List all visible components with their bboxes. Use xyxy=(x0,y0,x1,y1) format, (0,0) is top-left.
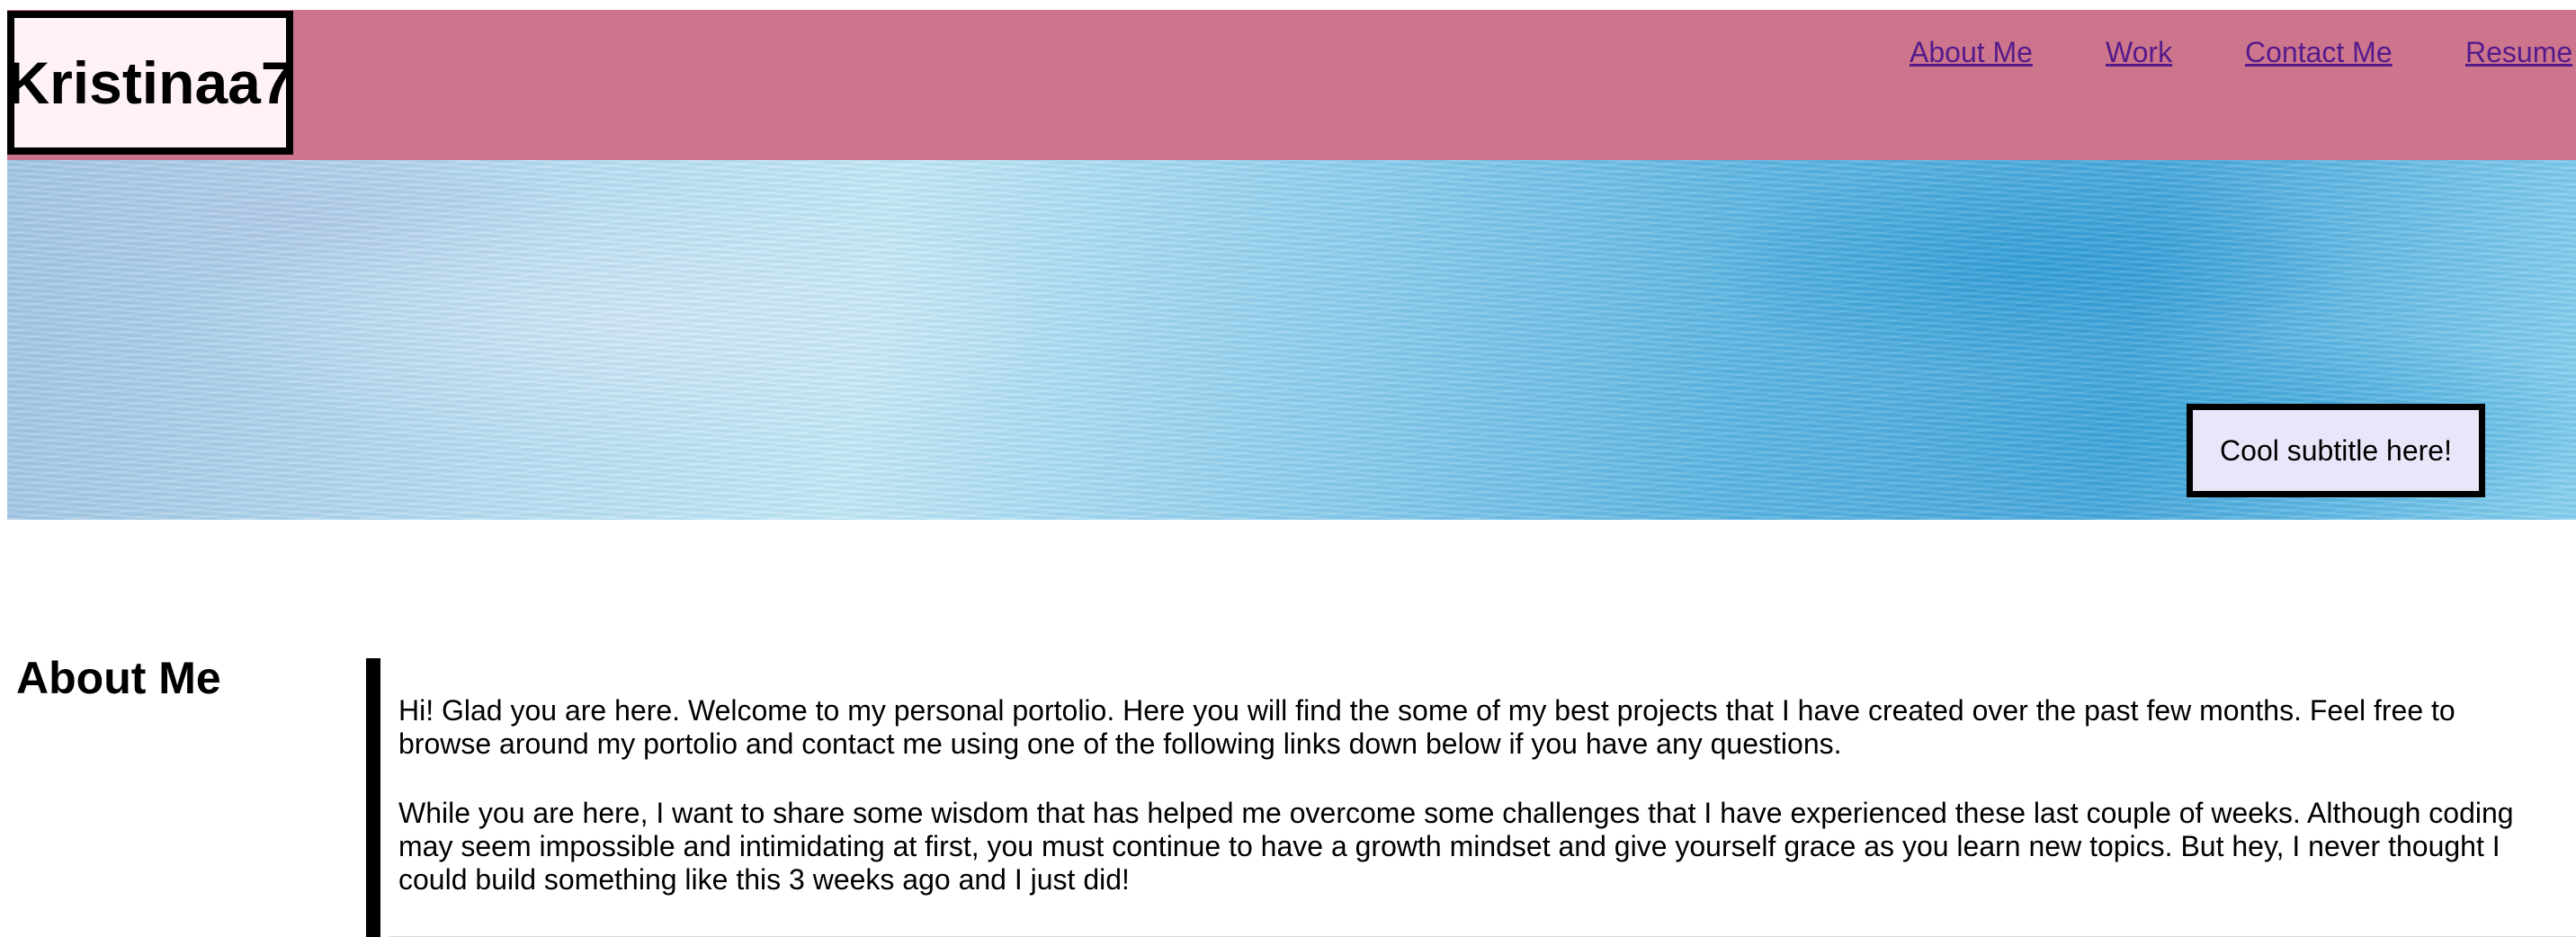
hero-subtitle-text: Cool subtitle here! xyxy=(2220,433,2452,467)
portfolio-page: Kristinaa7 About Me Work Contact Me Resu… xyxy=(0,0,2576,937)
about-paragraph: While you are here, I want to share some… xyxy=(398,797,2514,896)
hero-subtitle: Cool subtitle here! xyxy=(2187,404,2485,497)
nav-link-contact-me[interactable]: Contact Me xyxy=(2245,36,2393,69)
main-nav: About Me Work Contact Me Resume xyxy=(0,36,2576,76)
nav-link-work[interactable]: Work xyxy=(2106,36,2172,69)
nav-link-resume[interactable]: Resume xyxy=(2465,36,2572,69)
about-content: Hi! Glad you are here. Welcome to my per… xyxy=(366,658,2576,937)
about-heading: About Me xyxy=(16,653,221,703)
about-paragraph: Hi! Glad you are here. Welcome to my per… xyxy=(398,694,2455,760)
nav-link-about-me[interactable]: About Me xyxy=(1910,36,2033,69)
site-logo[interactable]: Kristinaa7 xyxy=(6,11,294,155)
site-header xyxy=(7,10,2576,160)
